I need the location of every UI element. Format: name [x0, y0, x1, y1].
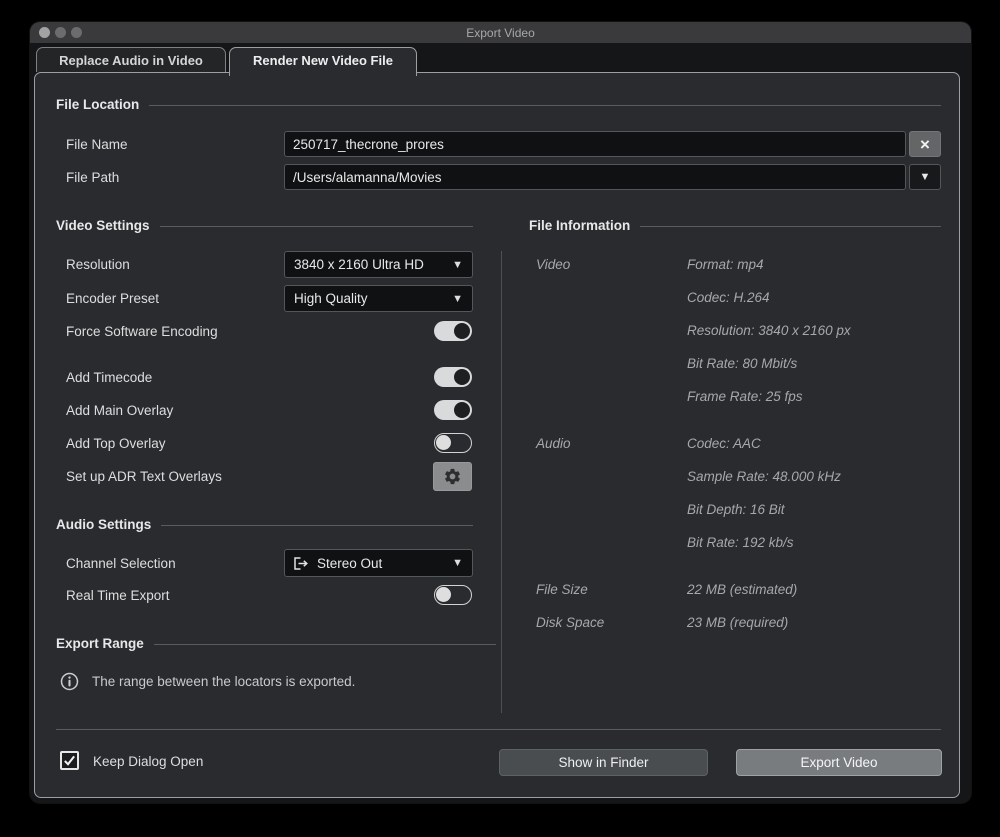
chevron-down-icon: ▼	[920, 171, 931, 183]
column-divider	[501, 251, 502, 713]
fi-diskspace-label: Disk Space	[536, 615, 604, 630]
show-in-finder-button[interactable]: Show in Finder	[499, 749, 708, 776]
checkmark-icon	[63, 754, 76, 767]
chevron-down-icon: ▼	[452, 293, 463, 305]
export-range-section-header: Export Range	[56, 636, 496, 651]
add-main-overlay-label: Add Main Overlay	[66, 403, 173, 418]
fi-video-bitrate: Bit Rate: 80 Mbit/s	[687, 356, 797, 371]
real-time-export-label: Real Time Export	[66, 588, 170, 603]
add-timecode-toggle[interactable]	[434, 367, 472, 387]
file-path-label: File Path	[66, 170, 119, 185]
window-title: Export Video	[30, 26, 971, 40]
adr-text-overlays-label: Set up ADR Text Overlays	[66, 469, 222, 484]
fi-video-framerate: Frame Rate: 25 fps	[687, 389, 803, 404]
export-video-button[interactable]: Export Video	[736, 749, 942, 776]
fi-diskspace-value: 23 MB (required)	[687, 615, 788, 630]
audio-settings-section-header: Audio Settings	[56, 517, 473, 532]
fi-video-resolution: Resolution: 3840 x 2160 px	[687, 323, 851, 338]
fi-audio-codec: Codec: AAC	[687, 436, 761, 451]
file-location-section-header: File Location	[56, 97, 941, 112]
fi-audio-samplerate: Sample Rate: 48.000 kHz	[687, 469, 841, 484]
adr-settings-button[interactable]	[433, 462, 472, 491]
fi-audio-bitdepth: Bit Depth: 16 Bit	[687, 502, 785, 517]
fi-video-label: Video	[536, 257, 570, 272]
encoder-preset-label: Encoder Preset	[66, 291, 159, 306]
keep-dialog-open-checkbox[interactable]	[60, 751, 79, 770]
dialog-panel: File Location File Name × File Path ▼ Vi…	[34, 72, 960, 798]
clear-icon: ×	[920, 136, 930, 153]
add-timecode-label: Add Timecode	[66, 370, 152, 385]
channel-selection-label: Channel Selection	[66, 556, 176, 571]
fi-video-codec: Codec: H.264	[687, 290, 770, 305]
fi-filesize-label: File Size	[536, 582, 588, 597]
channel-selection-select[interactable]: Stereo Out ▼	[284, 549, 473, 577]
export-range-info-text: The range between the locators is export…	[92, 674, 355, 689]
chevron-down-icon: ▼	[452, 557, 463, 569]
footer-separator	[56, 729, 941, 730]
file-name-label: File Name	[66, 137, 128, 152]
tab-replace-audio-in-video[interactable]: Replace Audio in Video	[36, 47, 226, 72]
encoder-preset-select[interactable]: High Quality ▼	[284, 285, 473, 312]
fi-audio-bitrate: Bit Rate: 192 kb/s	[687, 535, 794, 550]
file-name-input[interactable]	[284, 131, 906, 157]
add-top-overlay-label: Add Top Overlay	[66, 436, 166, 451]
add-top-overlay-toggle[interactable]	[434, 433, 472, 453]
fi-video-format: Format: mp4	[687, 257, 764, 272]
title-bar: Export Video	[30, 22, 971, 43]
force-software-encoding-label: Force Software Encoding	[66, 324, 218, 339]
real-time-export-toggle[interactable]	[434, 585, 472, 605]
file-path-dropdown-button[interactable]: ▼	[909, 164, 941, 190]
clear-file-name-button[interactable]: ×	[909, 131, 941, 157]
video-settings-section-header: Video Settings	[56, 218, 473, 233]
file-path-input[interactable]	[284, 164, 906, 190]
file-information-section-header: File Information	[529, 218, 941, 233]
gear-icon	[443, 467, 462, 486]
chevron-down-icon: ▼	[452, 259, 463, 271]
force-software-encoding-toggle[interactable]	[434, 321, 472, 341]
export-video-window: Export Video Replace Audio in Video Rend…	[30, 22, 971, 803]
resolution-select[interactable]: 3840 x 2160 Ultra HD ▼	[284, 251, 473, 278]
keep-dialog-open-label: Keep Dialog Open	[93, 754, 203, 769]
resolution-label: Resolution	[66, 257, 130, 272]
fi-filesize-value: 22 MB (estimated)	[687, 582, 797, 597]
output-bus-icon	[294, 557, 309, 570]
fi-audio-label: Audio	[536, 436, 571, 451]
export-range-info: The range between the locators is export…	[60, 672, 355, 691]
tab-render-new-video-file[interactable]: Render New Video File	[229, 47, 417, 76]
info-icon	[60, 672, 79, 691]
add-main-overlay-toggle[interactable]	[434, 400, 472, 420]
